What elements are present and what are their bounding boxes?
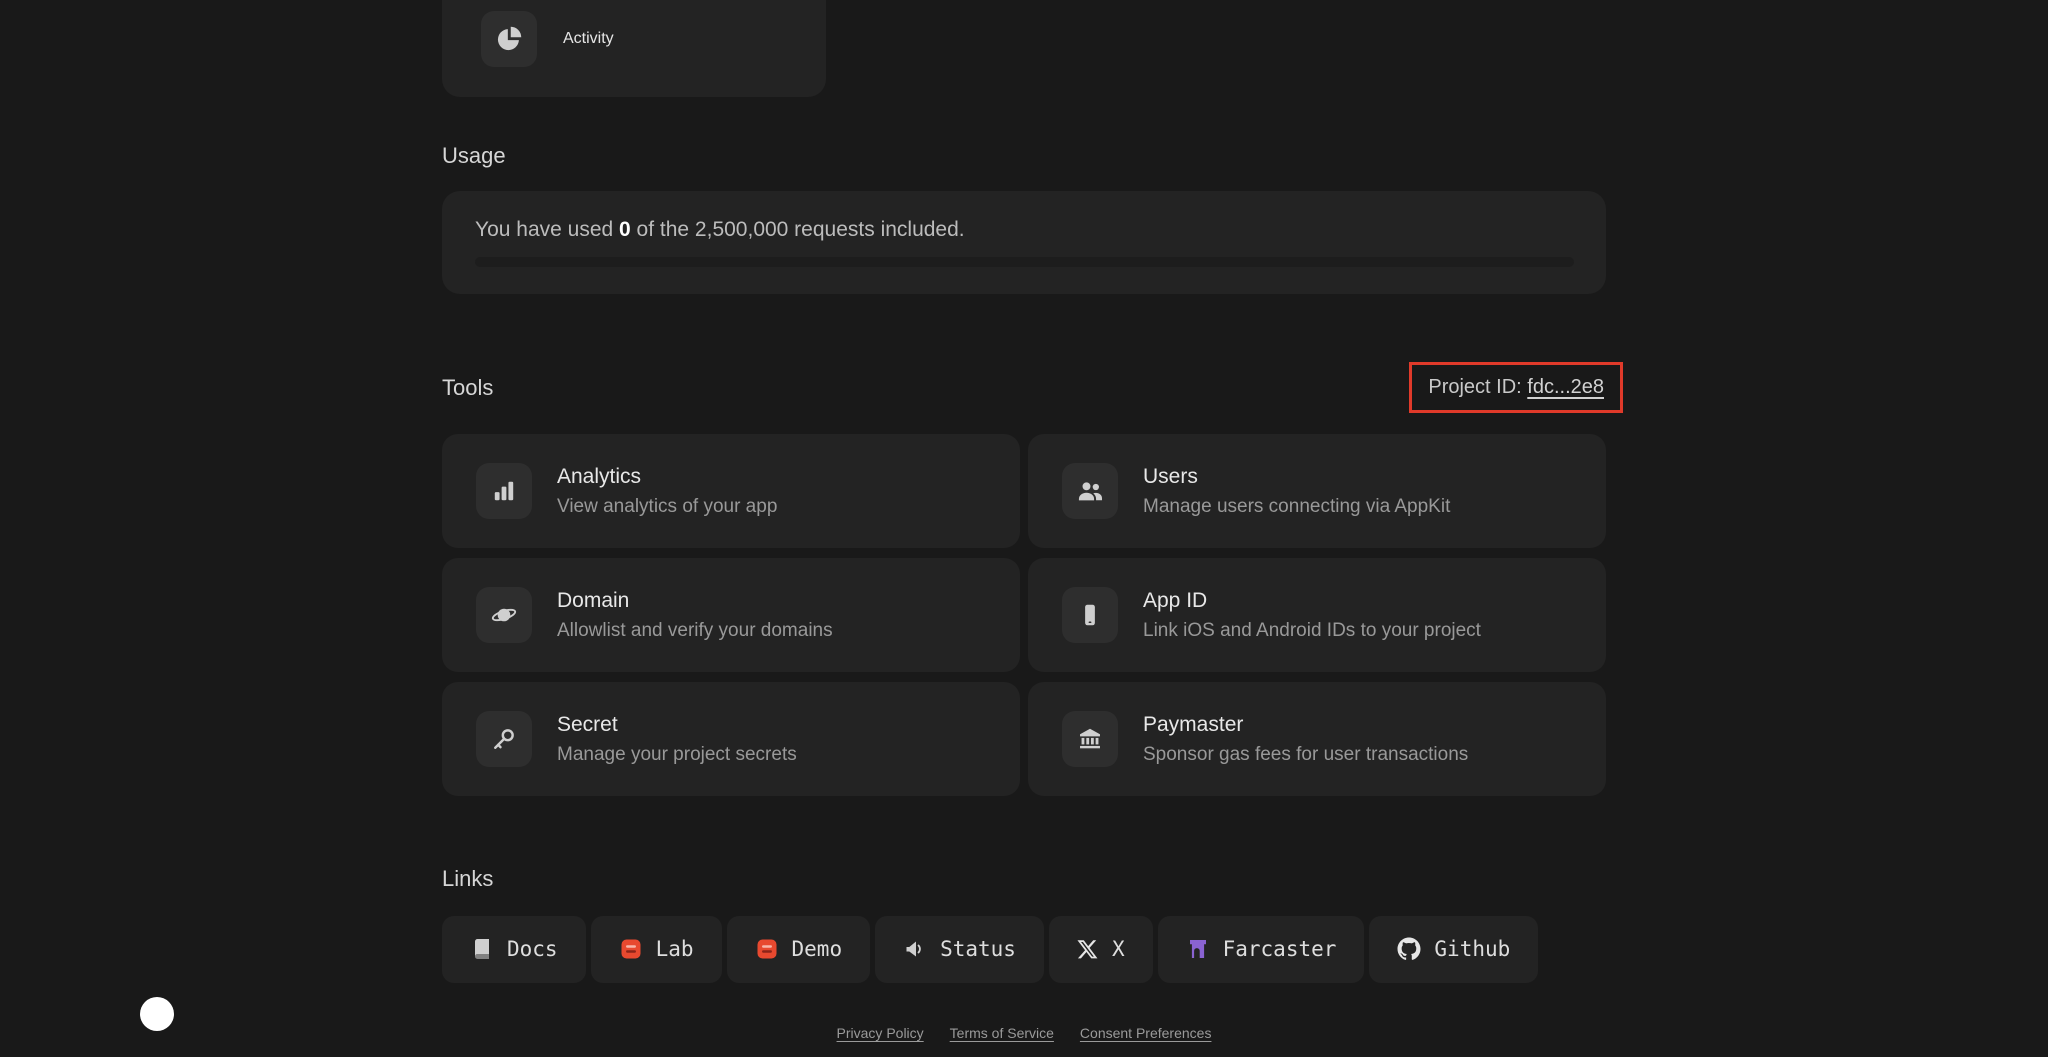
tool-card-paymaster[interactable]: Paymaster Sponsor gas fees for user tran… [1028,682,1606,797]
demo-link-button[interactable]: Demo [726,915,871,983]
farcaster-icon [1186,937,1210,961]
link-label: X [1111,937,1125,962]
link-label: Lab [655,937,694,962]
bar-chart-icon [476,463,532,520]
tool-description: Manage your project secrets [557,743,797,765]
project-id-value[interactable]: fdc...2e8 [1527,376,1604,398]
tool-card-app-id[interactable]: App ID Link iOS and Android IDs to your … [1028,558,1606,673]
tool-title: Analytics [557,465,642,489]
users-icon [1062,463,1118,520]
tool-card-analytics[interactable]: Analytics View analytics of your app [442,434,1020,549]
footer: Privacy Policy Terms of Service Consent … [442,1025,1606,1041]
privacy-policy-link[interactable]: Privacy Policy [837,1025,924,1041]
main-content: Activity Usage You have used 0 of the 2,… [442,0,1623,1041]
link-label: Github [1434,937,1511,962]
tool-description: Allowlist and verify your domains [557,619,833,641]
tool-description: Link iOS and Android IDs to your project [1143,619,1481,641]
tool-title: Users [1143,465,1198,489]
docs-book-icon [470,937,494,961]
links-heading: Links [442,866,494,892]
project-id-label: Project ID: [1428,376,1528,399]
github-icon [1397,937,1421,961]
usage-used-value: 0 [619,218,631,242]
planet-icon [476,587,532,644]
tool-card-domain[interactable]: Domain Allowlist and verify your domains [442,558,1020,673]
farcaster-link-button[interactable]: Farcaster [1157,915,1365,983]
sidebar-item-label: Activity [563,30,614,47]
link-label: Farcaster [1222,937,1337,962]
link-label: Status [940,937,1016,962]
usage-text: You have used 0 of the 2,500,000 request… [475,218,1574,242]
tool-title: App ID [1143,589,1208,613]
tool-title: Paymaster [1143,713,1244,737]
lab-app-icon [619,937,643,961]
x-logo-icon [1077,938,1099,960]
tool-card-users[interactable]: Users Manage users connecting via AppKit [1028,434,1606,549]
terms-of-service-link[interactable]: Terms of Service [950,1025,1054,1041]
lab-link-button[interactable]: Lab [590,915,722,983]
megaphone-icon [903,937,927,961]
usage-heading: Usage [442,143,506,168]
chat-launcher-bubble[interactable] [140,997,174,1031]
tool-description: View analytics of your app [557,495,778,517]
usage-text-suffix: of the 2,500,000 requests included. [630,218,965,242]
tool-card-secret[interactable]: Secret Manage your project secrets [442,682,1020,797]
consent-preferences-link[interactable]: Consent Preferences [1080,1025,1212,1041]
tool-description: Manage users connecting via AppKit [1143,495,1451,517]
tool-title: Secret [557,713,618,737]
link-label: Demo [791,937,843,962]
x-link-button[interactable]: X [1048,915,1153,983]
sidebar-item-activity[interactable]: Activity [442,0,826,97]
demo-app-icon [755,937,779,961]
key-icon [476,711,532,768]
status-link-button[interactable]: Status [875,915,1044,983]
project-id-highlight[interactable]: Project ID: fdc...2e8 [1409,362,1623,414]
pie-chart-icon [481,11,537,67]
mobile-phone-icon [1062,587,1118,644]
links-row: Docs Lab Demo Status X Farcaster Github [442,915,1606,983]
link-label: Docs [507,937,558,962]
docs-link-button[interactable]: Docs [442,915,586,983]
usage-text-prefix: You have used [475,218,620,242]
tool-title: Domain [557,589,630,613]
github-link-button[interactable]: Github [1369,915,1539,983]
tools-grid: Analytics View analytics of your app Use… [442,434,1606,797]
tool-description: Sponsor gas fees for user transactions [1143,743,1469,765]
bank-icon [1062,711,1118,768]
tools-heading: Tools [442,374,494,400]
usage-progress-bar [475,257,1574,268]
usage-card: You have used 0 of the 2,500,000 request… [442,191,1606,295]
